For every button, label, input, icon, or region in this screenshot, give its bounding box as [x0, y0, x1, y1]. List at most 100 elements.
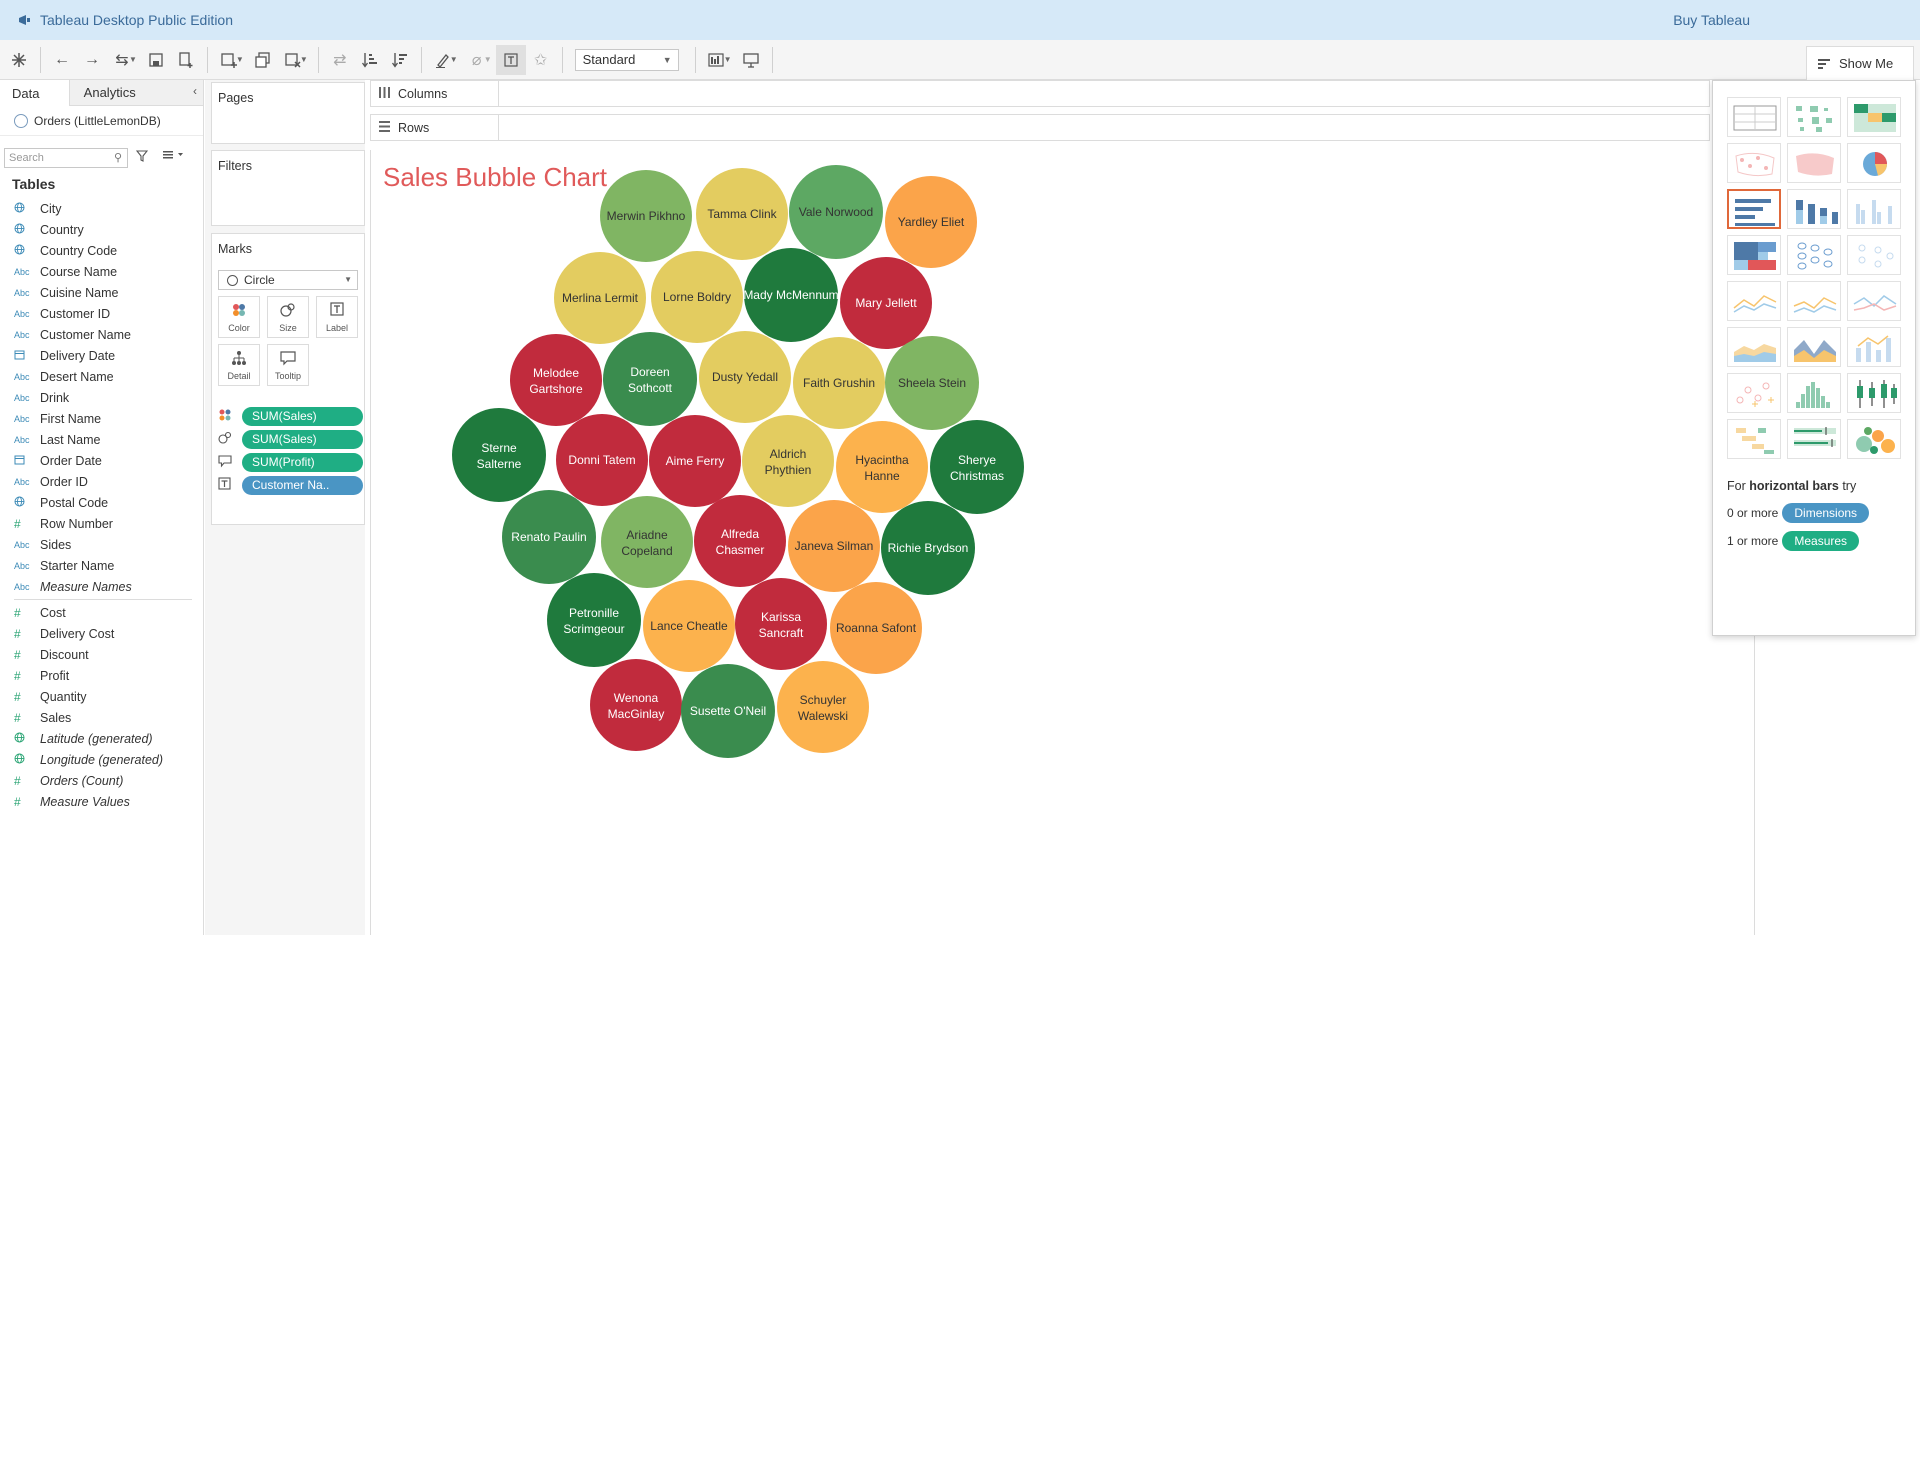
tooltip-button[interactable]: Tooltip — [267, 344, 309, 386]
bubble[interactable]: Schuyler Walewski — [777, 661, 869, 753]
field-item[interactable]: Postal Code — [0, 492, 200, 513]
bubble-mark[interactable] — [742, 415, 834, 507]
bubble[interactable]: Roanna Safont — [830, 582, 922, 674]
collapse-pane-icon[interactable]: ‹ — [193, 84, 197, 98]
field-item[interactable]: Country Code — [0, 240, 200, 261]
new-datasource-icon[interactable] — [171, 45, 201, 75]
label-button[interactable]: Label — [316, 296, 358, 338]
bubble[interactable]: Sherye Christmas — [930, 420, 1024, 514]
color-button[interactable]: Color — [218, 296, 260, 338]
field-item[interactable]: City — [0, 198, 200, 219]
field-item[interactable]: Abc Starter Name — [0, 555, 200, 576]
chart-type-bullet-graph-icon[interactable] — [1787, 419, 1841, 459]
chart-type-treemap-icon[interactable] — [1727, 235, 1781, 275]
size-sales-pill[interactable]: SUM(Sales) — [242, 429, 363, 449]
chart-type-filled-map-icon[interactable] — [1787, 143, 1841, 183]
bubble[interactable]: Richie Brydson — [881, 501, 975, 595]
chart-type-line-discrete-icon[interactable] — [1787, 281, 1841, 321]
bubble[interactable]: Aime Ferry — [649, 415, 741, 507]
bubble[interactable]: Ariadne Copeland — [601, 496, 693, 588]
bubble[interactable]: Faith Grushin — [793, 337, 885, 429]
bubble-mark[interactable] — [601, 496, 693, 588]
bubble[interactable]: Yardley Eliet — [885, 176, 977, 268]
chart-type-horizontal-bars-icon[interactable] — [1727, 189, 1781, 229]
chart-type-dual-lines-icon[interactable] — [1847, 281, 1901, 321]
field-item[interactable]: Order Date — [0, 450, 200, 471]
bubble[interactable]: Merwin Pikhno — [600, 170, 692, 262]
field-item[interactable]: # Profit — [0, 665, 200, 686]
field-item[interactable]: Abc Cuisine Name — [0, 282, 200, 303]
bubble[interactable]: Donni Tatem — [556, 414, 648, 506]
rows-shelf[interactable]: Rows — [370, 114, 1710, 141]
chart-type-text-table-icon[interactable] — [1727, 97, 1781, 137]
field-item[interactable]: # Delivery Cost — [0, 623, 200, 644]
chevron-down-icon[interactable]: ▼ — [129, 55, 137, 64]
chart-type-dual-combination-icon[interactable] — [1847, 327, 1901, 367]
field-item[interactable]: Country — [0, 219, 200, 240]
bubble[interactable]: Lance Cheatle — [643, 580, 735, 672]
chart-type-line-continuous-icon[interactable] — [1727, 281, 1781, 321]
bubble-mark[interactable] — [694, 495, 786, 587]
chart-type-side-by-side-circles-icon[interactable] — [1847, 235, 1901, 275]
bubble-mark[interactable] — [590, 659, 682, 751]
bubble-mark[interactable] — [930, 420, 1024, 514]
bubble[interactable]: Alfreda Chasmer — [694, 495, 786, 587]
field-item[interactable]: Abc Desert Name — [0, 366, 200, 387]
bubble-mark[interactable] — [603, 332, 697, 426]
chart-type-symbol-map-icon[interactable] — [1727, 143, 1781, 183]
show-mark-labels-icon[interactable] — [495, 44, 526, 75]
show-me-button[interactable]: Show Me — [1806, 46, 1914, 80]
field-item[interactable]: # Measure Values — [0, 791, 200, 812]
field-item[interactable]: Abc Sides — [0, 534, 200, 555]
bubble[interactable]: Dusty Yedall — [699, 331, 791, 423]
chart-type-highlight-table-icon[interactable] — [1847, 97, 1901, 137]
tab-data[interactable]: Data — [0, 80, 70, 106]
bubble[interactable]: Susette O'Neil — [681, 664, 775, 758]
buy-tableau-link[interactable]: Buy Tableau — [1673, 12, 1750, 28]
bubble-mark[interactable] — [735, 578, 827, 670]
field-item[interactable]: # Quantity — [0, 686, 200, 707]
field-item[interactable]: Abc Drink — [0, 387, 200, 408]
size-button[interactable]: Size — [267, 296, 309, 338]
mark-type-select[interactable]: Circle ▼ — [218, 270, 358, 290]
bubble[interactable]: Janeva Silman — [788, 500, 880, 592]
field-item[interactable]: Abc Customer ID — [0, 303, 200, 324]
filters-card[interactable]: Filters — [211, 150, 365, 226]
detail-button[interactable]: Detail — [218, 344, 260, 386]
chart-type-gantt-chart-icon[interactable] — [1727, 419, 1781, 459]
bubble[interactable]: Aldrich Phythien — [742, 415, 834, 507]
bubble[interactable]: Mary Jellett — [840, 257, 932, 349]
field-item[interactable]: Longitude (generated) — [0, 749, 200, 770]
field-item[interactable]: Abc Last Name — [0, 429, 200, 450]
bubble[interactable]: Tamma Clink — [696, 168, 788, 260]
field-item[interactable]: # Discount — [0, 644, 200, 665]
chart-type-packed-bubbles-icon[interactable] — [1847, 419, 1901, 459]
chart-type-heat-map-icon[interactable] — [1787, 97, 1841, 137]
chart-type-pie-chart-icon[interactable] — [1847, 143, 1901, 183]
chart-type-scatter-plot-icon[interactable] — [1727, 373, 1781, 413]
bubble[interactable]: Hyacintha Hanne — [836, 421, 928, 513]
chevron-down-icon[interactable]: ▼ — [724, 55, 732, 64]
bubble[interactable]: Wenona MacGinlay — [590, 659, 682, 751]
bubble[interactable]: Melodee Gartshore — [510, 334, 602, 426]
chart-type-circle-views-icon[interactable] — [1787, 235, 1841, 275]
tooltip-profit-pill[interactable]: SUM(Profit) — [242, 452, 363, 472]
fit-select[interactable]: Standard ▼ — [574, 48, 679, 71]
field-item[interactable]: Latitude (generated) — [0, 728, 200, 749]
fix-axes-icon[interactable]: ✩ — [526, 45, 556, 75]
field-item[interactable]: Abc Course Name — [0, 261, 200, 282]
bubble[interactable]: Mady McMennum — [743, 248, 839, 342]
tab-analytics[interactable]: Analytics — [69, 80, 203, 106]
chart-type-histogram-icon[interactable] — [1787, 373, 1841, 413]
sort-ascending-icon[interactable] — [355, 45, 385, 75]
duplicate-sheet-icon[interactable] — [248, 45, 278, 75]
field-item[interactable]: # Orders (Count) — [0, 770, 200, 791]
field-item[interactable]: Abc First Name — [0, 408, 200, 429]
bubble[interactable]: Sheela Stein — [885, 336, 979, 430]
presentation-mode-icon[interactable] — [736, 45, 766, 75]
sort-descending-icon[interactable] — [385, 45, 415, 75]
view-options-icon[interactable] — [162, 149, 186, 164]
bubble-mark[interactable] — [547, 573, 641, 667]
bubble[interactable]: Vale Norwood — [789, 165, 883, 259]
field-item[interactable]: Abc Customer Name — [0, 324, 200, 345]
